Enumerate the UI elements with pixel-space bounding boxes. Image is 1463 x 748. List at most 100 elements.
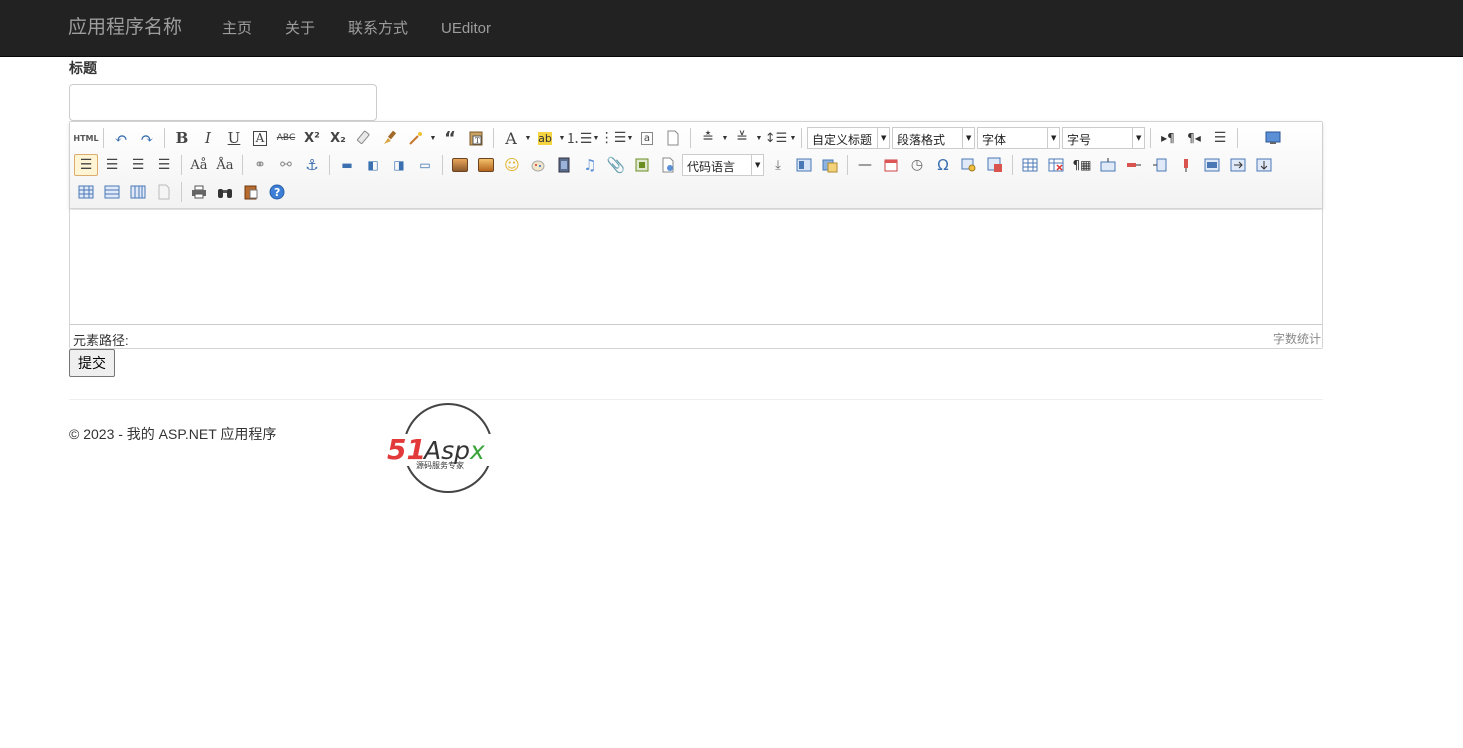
print-icon[interactable] [187, 181, 211, 203]
clear-doc-icon[interactable] [661, 127, 685, 149]
word-image-icon[interactable] [983, 154, 1007, 176]
split-to-cols-icon[interactable] [126, 181, 150, 203]
row-spacing-top-split[interactable]: ≛ ▼ [695, 127, 729, 149]
music-icon[interactable]: ♫ [578, 154, 602, 176]
chevron-down-icon[interactable]: ▼ [877, 128, 889, 148]
strikethrough-icon[interactable]: ABC [274, 127, 298, 149]
anchor-icon[interactable]: ⚓ [300, 154, 324, 176]
help-icon[interactable]: ? [265, 181, 289, 203]
rtl-direction-icon[interactable]: ¶◂ [1182, 127, 1206, 149]
html-source-icon[interactable]: HTML [73, 127, 98, 149]
ordered-list-icon[interactable]: ⒈☰ [566, 127, 593, 149]
format-brush-icon[interactable] [378, 127, 402, 149]
insert-col-icon[interactable] [1148, 154, 1172, 176]
auto-typeset-split[interactable]: ▼ [403, 127, 437, 149]
split-to-rows-icon[interactable] [100, 181, 124, 203]
title-input[interactable] [69, 84, 377, 121]
paste-plain-icon[interactable]: T [464, 127, 488, 149]
delete-table-icon[interactable] [1044, 154, 1068, 176]
image-right-icon[interactable]: ◨ [387, 154, 411, 176]
line-height-icon[interactable]: ↕☰ [764, 127, 788, 149]
align-left-icon[interactable]: ☰ [74, 154, 98, 176]
image-center-icon[interactable]: ▭ [413, 154, 437, 176]
simple-upload-icon[interactable] [448, 154, 472, 176]
merge-cells-icon[interactable] [1200, 154, 1224, 176]
special-chars-icon[interactable]: Ω [931, 154, 955, 176]
font-color-split[interactable]: A ▼ [498, 127, 532, 149]
image-none-icon[interactable]: ▬ [335, 154, 359, 176]
unlink-icon[interactable]: ⚯ [274, 154, 298, 176]
time-icon[interactable]: ◷ [905, 154, 929, 176]
bold-icon[interactable]: B [170, 127, 194, 149]
date-icon[interactable] [879, 154, 903, 176]
ordered-list-split[interactable]: ⒈☰ ▼ [566, 127, 600, 149]
align-center-icon[interactable]: ☰ [100, 154, 124, 176]
insert-image-icon[interactable] [474, 154, 498, 176]
editor-content-area[interactable] [70, 210, 1322, 324]
font-family-select[interactable]: 字体 ▼ [977, 127, 1060, 149]
line-height-split[interactable]: ↕☰ ▼ [763, 127, 797, 149]
insert-table-icon[interactable] [1018, 154, 1042, 176]
brand-link[interactable]: 应用程序名称 [68, 16, 182, 40]
superscript-icon[interactable]: X² [300, 127, 324, 149]
unordered-list-split[interactable]: ⋮☰ ▼ [600, 127, 634, 149]
font-border-icon[interactable]: A [248, 127, 272, 149]
delete-col-icon[interactable] [1174, 154, 1198, 176]
eraser-icon[interactable] [352, 127, 376, 149]
merge-right-icon[interactable] [1226, 154, 1250, 176]
chevron-down-icon[interactable]: ▼ [721, 135, 729, 142]
ltr-direction-icon[interactable]: ▸¶ [1156, 127, 1180, 149]
to-lower-icon[interactable]: Åa [213, 154, 237, 176]
underline-icon[interactable]: U [222, 127, 246, 149]
split-to-cells-icon[interactable] [74, 181, 98, 203]
chart-icon[interactable] [152, 181, 176, 203]
italic-icon[interactable]: I [196, 127, 220, 149]
delete-row-icon[interactable] [1122, 154, 1146, 176]
custom-heading-select[interactable]: 自定义标题 ▼ [807, 127, 890, 149]
chevron-down-icon[interactable]: ▼ [1132, 128, 1144, 148]
chevron-down-icon[interactable]: ▼ [524, 135, 532, 142]
font-color-icon[interactable]: A [499, 127, 523, 149]
insert-code-icon[interactable] [656, 154, 680, 176]
preview-icon[interactable] [1261, 127, 1285, 149]
chevron-down-icon[interactable]: ▼ [626, 135, 634, 142]
chevron-down-icon[interactable]: ▼ [751, 155, 763, 175]
insert-row-icon[interactable] [1096, 154, 1120, 176]
unordered-list-icon[interactable]: ⋮☰ [600, 127, 627, 149]
page-break-icon[interactable]: ⤓ [766, 154, 790, 176]
nav-ueditor[interactable]: UEditor [441, 19, 491, 39]
drafts-icon[interactable] [239, 181, 263, 203]
chevron-down-icon[interactable]: ▼ [962, 128, 974, 148]
insert-frame-icon[interactable] [630, 154, 654, 176]
align-justify-icon[interactable]: ☰ [152, 154, 176, 176]
merge-down-icon[interactable] [1252, 154, 1276, 176]
blockquote-icon[interactable]: “ [438, 127, 462, 149]
nav-home[interactable]: 主页 [222, 19, 252, 39]
emotion-icon[interactable]: ☺ [500, 154, 524, 176]
undo-icon[interactable]: ↶ [109, 127, 133, 149]
preview-binoculars-icon[interactable] [213, 181, 237, 203]
paragraph-format-select[interactable]: 段落格式 ▼ [892, 127, 975, 149]
indent-icon[interactable]: ☰ [1208, 127, 1232, 149]
insert-paragraph-before-table-icon[interactable]: ¶▦ [1070, 154, 1094, 176]
chevron-down-icon[interactable]: ▼ [789, 135, 797, 142]
nav-contact[interactable]: 联系方式 [348, 19, 408, 39]
to-upper-icon[interactable]: Aå [187, 154, 211, 176]
highlight-icon[interactable]: ab [533, 127, 557, 149]
chevron-down-icon[interactable]: ▼ [1047, 128, 1059, 148]
align-right-icon[interactable]: ☰ [126, 154, 150, 176]
row-spacing-bottom-icon[interactable]: ≚ [730, 127, 754, 149]
link-icon[interactable]: ⚭ [248, 154, 272, 176]
subscript-icon[interactable]: X₂ [326, 127, 350, 149]
magic-wand-icon[interactable] [404, 127, 428, 149]
search-replace-icon[interactable] [957, 154, 981, 176]
insert-video-icon[interactable] [552, 154, 576, 176]
redo-icon[interactable]: ↷ [135, 127, 159, 149]
image-left-icon[interactable]: ◧ [361, 154, 385, 176]
scrawl-icon[interactable] [526, 154, 550, 176]
font-size-select[interactable]: 字号 ▼ [1062, 127, 1145, 149]
submit-button[interactable]: 提交 [69, 349, 115, 377]
template-icon[interactable] [792, 154, 816, 176]
attachment-icon[interactable]: 📎 [604, 154, 628, 176]
select-all-icon[interactable]: a [635, 127, 659, 149]
